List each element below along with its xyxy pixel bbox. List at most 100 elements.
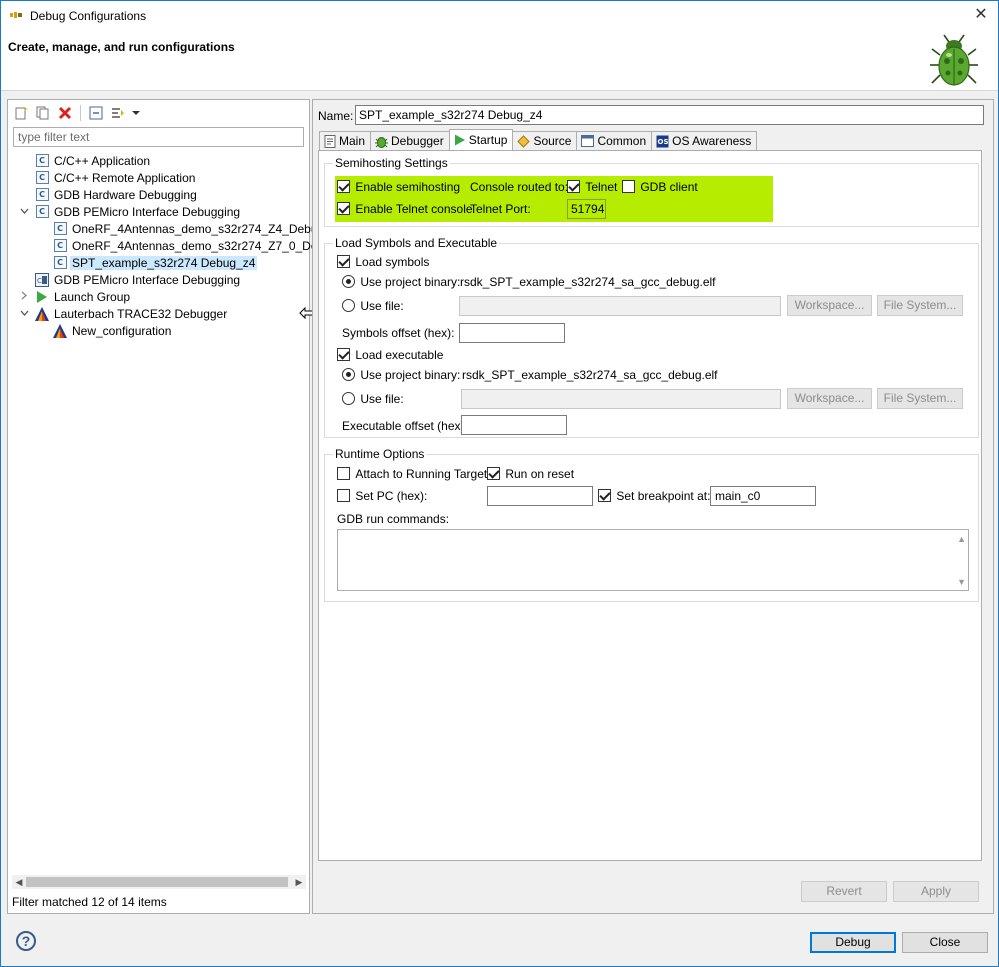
symbols-use-project-binary-radio[interactable]: Use project binary: xyxy=(342,275,460,289)
scrollbar-thumb[interactable] xyxy=(26,877,288,887)
close-button[interactable]: Close xyxy=(902,932,988,953)
tree-item-lauterbach-trace32[interactable]: Lauterbach TRACE32 Debugger xyxy=(18,305,227,322)
checkbox-label: Run on reset xyxy=(505,467,575,481)
scroll-left-icon[interactable]: ◀ xyxy=(12,875,26,889)
tree-item-cpp-remote-application[interactable]: C C/C++ Remote Application xyxy=(18,169,195,186)
load-symbols-checkbox[interactable]: Load symbols xyxy=(337,255,429,269)
symbols-workspace-button[interactable]: Workspace... xyxy=(787,295,872,316)
symbols-use-file-radio[interactable]: Use file: xyxy=(342,299,404,313)
exec-file-field[interactable] xyxy=(461,389,781,409)
tab-startup[interactable]: Startup xyxy=(448,129,514,150)
apply-button[interactable]: Apply xyxy=(893,881,979,902)
tab-debugger[interactable]: Debugger xyxy=(370,131,450,150)
tab-source[interactable]: Source xyxy=(512,131,578,150)
filter-input[interactable]: type filter text xyxy=(13,127,304,147)
radio-circle[interactable] xyxy=(342,275,355,288)
run-on-reset-checkbox[interactable]: Run on reset xyxy=(487,467,574,481)
expand-chevron-down-icon[interactable] xyxy=(18,308,30,319)
collapse-all-icon[interactable] xyxy=(87,104,105,122)
group-title: Semihosting Settings xyxy=(333,156,450,170)
symbols-file-system-button[interactable]: File System... xyxy=(877,295,963,316)
checkbox-box[interactable] xyxy=(487,467,500,480)
checkbox-label: Set PC (hex): xyxy=(355,489,428,503)
gdb-client-checkbox[interactable]: GDB client xyxy=(622,180,698,194)
delete-icon[interactable] xyxy=(56,104,74,122)
exec-binary-value: rsdk_SPT_example_s32r274_sa_gcc_debug.el… xyxy=(462,368,718,382)
set-pc-field[interactable] xyxy=(487,486,593,506)
svg-text:OS: OS xyxy=(658,138,669,146)
exec-file-system-button[interactable]: File System... xyxy=(877,388,963,409)
radio-circle[interactable] xyxy=(342,392,355,405)
close-window-icon[interactable]: ✕ xyxy=(970,5,992,25)
set-breakpoint-checkbox[interactable]: Set breakpoint at: xyxy=(598,489,710,503)
set-pc-checkbox[interactable]: Set PC (hex): xyxy=(337,489,427,503)
enable-telnet-console-checkbox[interactable]: Enable Telnet console xyxy=(337,202,473,216)
tab-label: Startup xyxy=(468,133,508,147)
checkbox-box[interactable] xyxy=(337,255,350,268)
gdb-run-commands-textarea[interactable]: ▲ ▼ xyxy=(337,529,969,591)
checkbox-box[interactable] xyxy=(337,489,350,502)
checkbox-box[interactable] xyxy=(337,202,350,215)
executable-offset-label: Executable offset (hex): xyxy=(342,419,468,433)
checkbox-box[interactable] xyxy=(598,489,611,502)
tree-item-cpp-application[interactable]: C C/C++ Application xyxy=(18,152,150,169)
scroll-up-icon[interactable]: ▲ xyxy=(957,534,966,544)
checkbox-box[interactable] xyxy=(337,180,350,193)
title-bar: Debug Configurations ✕ xyxy=(1,1,998,31)
executable-offset-field[interactable] xyxy=(461,415,567,435)
debugger-tab-icon xyxy=(375,136,389,148)
load-executable-checkbox[interactable]: Load executable xyxy=(337,348,443,362)
checkbox-box[interactable] xyxy=(567,180,580,193)
checkbox-box[interactable] xyxy=(622,180,635,193)
configuration-editor-panel: Name: SPT_example_s32r274 Debug_z4 Main … xyxy=(312,99,994,914)
checkbox-box[interactable] xyxy=(337,467,350,480)
common-tab-icon xyxy=(581,135,595,147)
attach-running-target-checkbox[interactable]: Attach to Running Target xyxy=(337,467,487,481)
tab-main[interactable]: Main xyxy=(319,131,372,150)
tab-label: Main xyxy=(339,134,366,148)
launch-group-icon xyxy=(35,290,49,304)
help-icon[interactable]: ? xyxy=(16,931,36,951)
tree-item-gdb-pemicro-debugging[interactable]: C GDB PEMicro Interface Debugging xyxy=(18,203,240,220)
enable-semihosting-checkbox[interactable]: Enable semihosting xyxy=(337,180,460,194)
tree-item-label: Launch Group xyxy=(54,289,131,304)
horizontal-scrollbar[interactable]: ◀ ▶ xyxy=(12,875,306,889)
startup-tab-icon xyxy=(454,134,465,146)
symbols-binary-value: rsdk_SPT_example_s32r274_sa_gcc_debug.el… xyxy=(460,275,716,289)
tree-item-gdb-hardware-debugging[interactable]: C GDB Hardware Debugging xyxy=(18,186,197,203)
checkbox-label: Enable Telnet console xyxy=(355,202,473,216)
debug-button[interactable]: Debug xyxy=(810,932,896,953)
tree-item-onerf-z7-debug[interactable]: C OneRF_4Antennas_demo_s32r274_Z7_0_Debu… xyxy=(36,237,338,254)
symbols-offset-field[interactable] xyxy=(459,323,565,343)
tree-item-gdb-pemicro-multicore[interactable]: C GDB PEMicro Interface Debugging xyxy=(18,271,240,288)
checkbox-label: Set breakpoint at: xyxy=(616,489,711,503)
scroll-down-icon[interactable]: ▼ xyxy=(957,577,966,587)
radio-circle[interactable] xyxy=(342,368,355,381)
tree-item-new-configuration[interactable]: New_configuration xyxy=(36,322,171,339)
filter-menu-chevron-down-icon[interactable] xyxy=(131,104,141,122)
exec-workspace-button[interactable]: Workspace... xyxy=(787,388,872,409)
checkbox-box[interactable] xyxy=(337,348,350,361)
exec-use-file-radio[interactable]: Use file: xyxy=(342,392,404,406)
breakpoint-field[interactable]: main_c0 xyxy=(710,486,816,506)
filter-icon[interactable] xyxy=(109,104,127,122)
telnet-checkbox[interactable]: Telnet xyxy=(567,180,617,194)
new-configuration-icon[interactable] xyxy=(12,104,30,122)
scroll-right-icon[interactable]: ▶ xyxy=(292,875,306,889)
exec-use-project-binary-radio[interactable]: Use project binary: xyxy=(342,368,460,382)
revert-button[interactable]: Revert xyxy=(801,881,887,902)
radio-circle[interactable] xyxy=(342,299,355,312)
main-tab-icon xyxy=(324,134,336,148)
expand-chevron-down-icon[interactable] xyxy=(18,206,30,217)
duplicate-icon[interactable] xyxy=(34,104,52,122)
tab-os-awareness[interactable]: OS OS Awareness xyxy=(651,131,758,150)
tab-common[interactable]: Common xyxy=(576,131,653,150)
tree-item-onerf-z4-debug[interactable]: C OneRF_4Antennas_demo_s32r274_Z4_Debug xyxy=(36,220,324,237)
debug-configurations-dialog: Debug Configurations ✕ Create, manage, a… xyxy=(0,0,999,967)
name-field[interactable]: SPT_example_s32r274 Debug_z4 xyxy=(355,105,984,125)
tree-item-launch-group[interactable]: Launch Group xyxy=(18,288,130,305)
symbols-file-field[interactable] xyxy=(459,296,781,316)
tree-item-spt-example-debug-z4[interactable]: C SPT_example_s32r274 Debug_z4 xyxy=(36,254,258,271)
expand-chevron-right-icon[interactable] xyxy=(18,291,30,303)
telnet-port-field[interactable]: 51794 xyxy=(567,199,606,219)
